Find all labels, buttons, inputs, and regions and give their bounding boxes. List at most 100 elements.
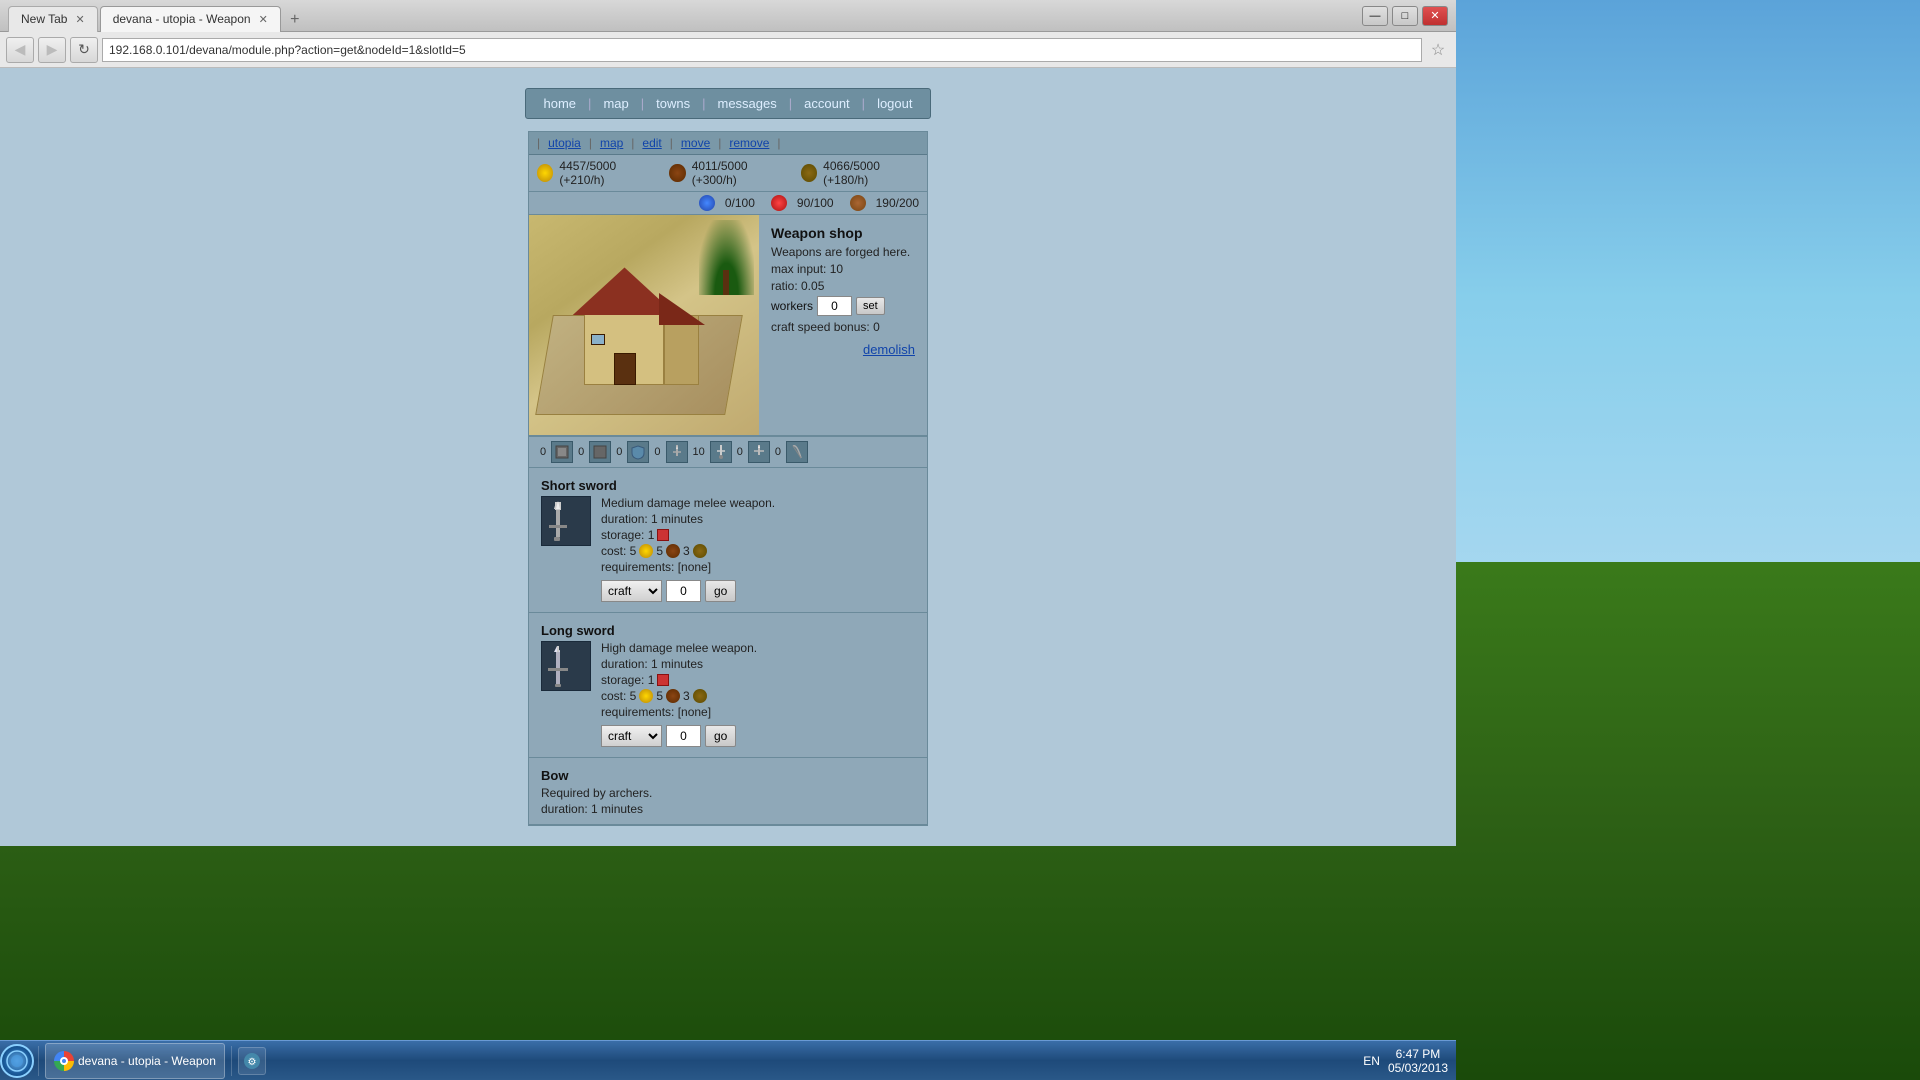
demolish-button[interactable]: demolish [863, 342, 915, 357]
stat-red-icon [771, 195, 787, 211]
short-sword-icon [541, 496, 591, 546]
nav-messages[interactable]: messages [709, 93, 784, 114]
taskbar-divider-2 [231, 1046, 232, 1076]
storage-icon-2 [657, 674, 669, 686]
panel-nav-edit[interactable]: edit [638, 136, 665, 150]
short-sword-row: Medium damage melee weapon. duration: 1 … [541, 496, 915, 602]
tab2-label: devana - utopia - Weapon [113, 12, 251, 26]
cost-wood-1 [693, 544, 707, 558]
taskbar-app-label: devana - utopia - Weapon [78, 1054, 216, 1068]
short-sword-controls: craft repeat go [601, 580, 915, 602]
cost-food-2 [666, 689, 680, 703]
bow-title: Bow [541, 768, 915, 783]
long-sword-requirements: requirements: [none] [601, 705, 915, 719]
clock-time: 6:47 PM [1388, 1047, 1448, 1061]
workers-row: workers set [771, 296, 915, 316]
page-content: home | map | towns | messages | account … [0, 68, 1456, 846]
long-sword-desc: High damage melee weapon. [601, 641, 915, 655]
stat2-value: 90/100 [797, 196, 834, 210]
svg-text:⚙: ⚙ [247, 1057, 256, 1068]
minimize-button[interactable]: — [1362, 6, 1388, 26]
eq-slot-2[interactable] [589, 441, 611, 463]
tab1-close[interactable]: ✕ [75, 13, 84, 26]
clock: 6:47 PM 05/03/2013 [1388, 1047, 1448, 1075]
tab-devana[interactable]: devana - utopia - Weapon ✕ [100, 6, 281, 32]
eq-slot-sword3[interactable] [748, 441, 770, 463]
taskbar: devana - utopia - Weapon ⚙ EN 6:47 PM 05… [0, 1040, 1456, 1080]
long-sword-cost: cost: 5 5 3 [601, 689, 915, 703]
bow-desc: Required by archers. [541, 786, 915, 800]
forward-button[interactable]: ▶ [38, 37, 66, 63]
eq-slot-bow[interactable] [786, 441, 808, 463]
short-sword-storage: storage: 1 [601, 528, 915, 542]
taskbar-app-browser[interactable]: devana - utopia - Weapon [45, 1043, 225, 1079]
nav-map[interactable]: map [595, 93, 636, 114]
cost-wood-2 [693, 689, 707, 703]
browser-toolbar: ◀ ▶ ↻ ☆ [0, 32, 1456, 68]
tab1-label: New Tab [21, 12, 67, 26]
panel-nav-move[interactable]: move [677, 136, 714, 150]
start-button[interactable] [0, 1044, 34, 1078]
eq-slot-shield[interactable] [627, 441, 649, 463]
long-sword-go-button[interactable]: go [705, 725, 736, 747]
short-sword-mode-select[interactable]: craft repeat [601, 580, 662, 602]
long-sword-details: High damage melee weapon. duration: 1 mi… [601, 641, 915, 747]
tab-new-tab[interactable]: New Tab ✕ [8, 6, 98, 32]
bookmark-star[interactable]: ☆ [1426, 38, 1450, 62]
long-sword-mode-select[interactable]: craft repeat [601, 725, 662, 747]
workers-input[interactable] [817, 296, 852, 316]
eq-slot-sword1[interactable] [666, 441, 688, 463]
long-sword-row: High damage melee weapon. duration: 1 mi… [541, 641, 915, 747]
eq-slot-sword2[interactable] [710, 441, 732, 463]
nav-home[interactable]: home [536, 93, 585, 114]
demolish-row: demolish [771, 342, 915, 357]
craft-item-long-sword: Long sword [529, 613, 927, 758]
taskbar-icon-1[interactable]: ⚙ [238, 1047, 266, 1075]
back-button[interactable]: ◀ [6, 37, 34, 63]
building-area: Weapon shop Weapons are forged here. max… [529, 215, 927, 436]
maximize-button[interactable]: □ [1392, 6, 1418, 26]
wood-icon [801, 164, 817, 182]
stats-row: 0/100 90/100 190/200 [529, 192, 927, 215]
panel-nav-map[interactable]: map [596, 136, 627, 150]
craft-speed-bonus: craft speed bonus: 0 [771, 320, 915, 334]
window-controls: — □ ✕ [1362, 6, 1448, 26]
building-image [529, 215, 759, 435]
address-bar[interactable] [102, 38, 1422, 62]
nav-account[interactable]: account [796, 93, 858, 114]
eq-slot-1[interactable] [551, 441, 573, 463]
long-sword-icon [541, 641, 591, 691]
long-sword-storage: storage: 1 [601, 673, 915, 687]
stat3-value: 190/200 [876, 196, 919, 210]
taskbar-right: EN 6:47 PM 05/03/2013 [1363, 1047, 1456, 1075]
main-panel: | utopia | map | edit | move | remove | … [528, 131, 928, 826]
short-sword-title: Short sword [541, 478, 915, 493]
nav-logout[interactable]: logout [869, 93, 920, 114]
building-description: Weapons are forged here. [771, 245, 915, 259]
cost-gold-1 [639, 544, 653, 558]
tab2-close[interactable]: ✕ [259, 13, 268, 26]
gold-value: 4457/5000 (+210/h) [559, 159, 655, 187]
short-sword-qty[interactable] [666, 580, 701, 602]
refresh-button[interactable]: ↻ [70, 37, 98, 63]
nav-towns[interactable]: towns [648, 93, 698, 114]
short-sword-go-button[interactable]: go [705, 580, 736, 602]
stat-blue-icon [699, 195, 715, 211]
stat1-value: 0/100 [725, 196, 755, 210]
taskbar-divider-1 [38, 1046, 39, 1076]
long-sword-duration: duration: 1 minutes [601, 657, 915, 671]
close-button[interactable]: ✕ [1422, 6, 1448, 26]
set-workers-button[interactable]: set [856, 297, 885, 315]
tabs-area: New Tab ✕ devana - utopia - Weapon ✕ + [8, 0, 307, 32]
short-sword-desc: Medium damage melee weapon. [601, 496, 915, 510]
cost-food-1 [666, 544, 680, 558]
new-tab-button[interactable]: + [283, 8, 307, 32]
panel-nav-remove[interactable]: remove [725, 136, 773, 150]
building-max-input: max input: 10 [771, 262, 915, 276]
building-title: Weapon shop [771, 225, 915, 241]
stat-brown-icon [850, 195, 866, 211]
building-ratio: ratio: 0.05 [771, 279, 915, 293]
craft-item-bow: Bow Required by archers. duration: 1 min… [529, 758, 927, 825]
panel-nav-utopia[interactable]: utopia [544, 136, 585, 150]
long-sword-qty[interactable] [666, 725, 701, 747]
